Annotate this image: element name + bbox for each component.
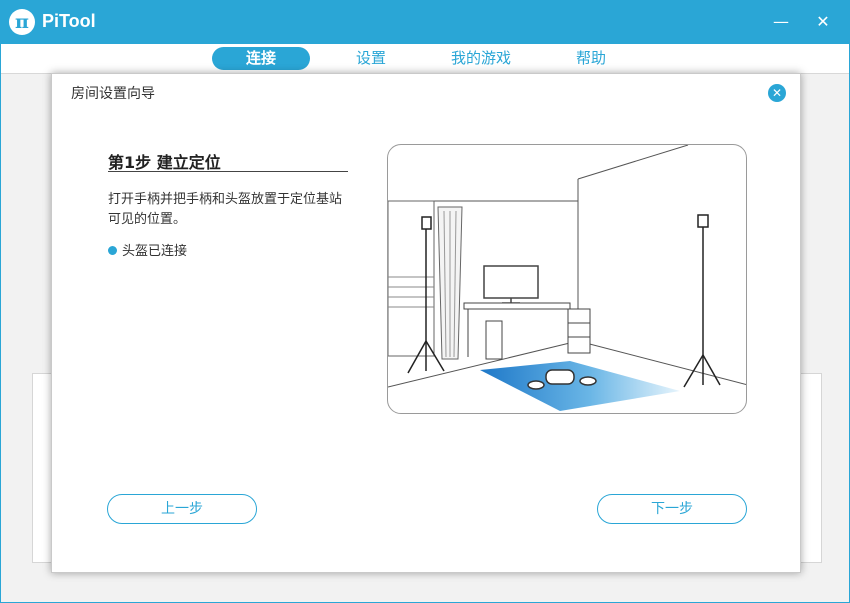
- next-step-button[interactable]: 下一步: [597, 494, 747, 524]
- pi-logo-icon: π: [9, 9, 35, 35]
- minimize-icon[interactable]: —: [767, 10, 795, 34]
- pitool-window: π PiTool — ✕ 连接 设置 我的游戏 帮助 房间设置向导 ✕ 第1步 …: [0, 0, 850, 603]
- step-title: 第1步 建立定位: [108, 153, 221, 172]
- svg-text:π: π: [15, 11, 29, 33]
- close-circle-icon[interactable]: ✕: [768, 84, 786, 102]
- room-illustration-svg: [388, 145, 746, 411]
- previous-step-button[interactable]: 上一步: [107, 494, 257, 524]
- status-dot-icon: [108, 246, 117, 255]
- tab-settings[interactable]: 设置: [341, 47, 401, 70]
- room-setup-dialog: 房间设置向导 ✕ 第1步 建立定位 打开手柄并把手柄和头盔放置于定位基站可见的位…: [51, 73, 801, 573]
- title-bar: π PiTool — ✕: [1, 1, 849, 44]
- step-divider: [108, 171, 348, 172]
- close-icon[interactable]: ✕: [809, 10, 837, 34]
- dialog-title: 房间设置向导: [71, 86, 155, 102]
- headset-status: 头盔已连接: [108, 240, 187, 259]
- tab-connect[interactable]: 连接: [212, 47, 310, 70]
- room-setup-illustration: [387, 144, 747, 414]
- step-description: 打开手柄并把手柄和头盔放置于定位基站可见的位置。: [108, 192, 343, 227]
- tab-help[interactable]: 帮助: [561, 47, 621, 70]
- status-label: 头盔已连接: [122, 244, 188, 259]
- main-nav: 连接 设置 我的游戏 帮助: [1, 44, 849, 74]
- app-title: PiTool: [42, 11, 96, 31]
- tab-my-games[interactable]: 我的游戏: [438, 47, 524, 70]
